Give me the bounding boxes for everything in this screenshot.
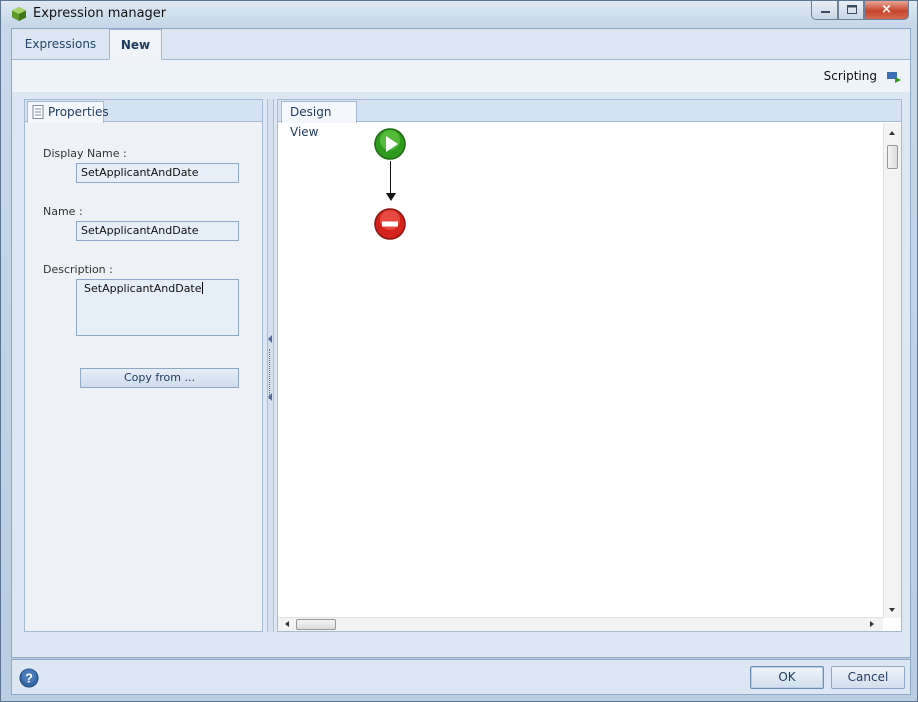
close-button[interactable]: × <box>864 1 909 20</box>
vertical-scroll-thumb[interactable] <box>887 145 898 169</box>
horizontal-scrollbar[interactable] <box>278 617 883 631</box>
minimize-icon <box>821 11 830 13</box>
name-field[interactable]: SetApplicantAndDate <box>76 221 239 241</box>
scripting-toggle-icon[interactable] <box>887 71 901 83</box>
scroll-up-icon[interactable] <box>889 131 895 135</box>
tab-strip: Expressions New <box>12 29 910 60</box>
description-text: SetApplicantAndDate <box>84 282 202 295</box>
splitter-grip[interactable] <box>269 349 272 399</box>
panel-splitter[interactable] <box>267 99 274 632</box>
properties-tab[interactable]: Properties <box>27 101 109 123</box>
cancel-button[interactable]: Cancel <box>831 666 905 689</box>
description-field[interactable]: SetApplicantAndDate <box>76 279 239 336</box>
expression-manager-window: Expression manager × Expressions New Scr… <box>0 0 918 702</box>
flow-arrowhead <box>386 193 396 201</box>
main-content: Expressions New Scripting Properties Dis… <box>11 28 911 658</box>
play-start-icon[interactable] <box>374 128 406 160</box>
display-name-label: Display Name : <box>43 147 127 160</box>
scroll-down-icon[interactable] <box>889 608 895 612</box>
minimize-button[interactable] <box>811 1 838 20</box>
close-icon: × <box>881 2 892 17</box>
design-tab-strip: Design View <box>278 100 901 139</box>
scroll-left-icon[interactable] <box>285 621 289 627</box>
scripting-label[interactable]: Scripting <box>824 69 877 83</box>
maximize-button[interactable] <box>838 1 864 20</box>
tab-new[interactable]: New <box>109 29 162 60</box>
vertical-scrollbar[interactable] <box>883 123 901 618</box>
maximize-icon <box>847 5 857 14</box>
dialog-footer: ? OK Cancel <box>11 659 911 695</box>
ok-button[interactable]: OK <box>750 666 824 689</box>
copy-from-button[interactable]: Copy from ... <box>80 368 239 388</box>
collapse-arrow-icon-lower[interactable] <box>268 393 272 401</box>
scroll-right-icon[interactable] <box>870 621 874 627</box>
name-label: Name : <box>43 205 83 218</box>
help-icon[interactable]: ? <box>19 668 39 688</box>
properties-tab-label: Properties <box>48 105 109 119</box>
text-caret <box>201 282 203 294</box>
tab-expressions[interactable]: Expressions <box>12 29 109 60</box>
display-name-field[interactable]: SetApplicantAndDate <box>76 163 239 183</box>
description-label: Description : <box>43 263 113 276</box>
horizontal-scroll-thumb[interactable] <box>296 619 336 630</box>
design-view-panel: Design View <box>277 99 902 632</box>
stop-end-icon[interactable] <box>374 208 406 240</box>
app-cube-icon <box>12 7 26 21</box>
properties-document-icon <box>32 105 44 119</box>
help-glyph: ? <box>25 671 33 686</box>
window-title: Expression manager <box>33 6 167 21</box>
design-view-tab[interactable]: Design View <box>281 101 357 139</box>
properties-tab-strip: Properties <box>25 100 262 123</box>
title-bar[interactable]: Expression manager × <box>1 1 917 27</box>
ribbon-bar: Scripting <box>12 60 910 92</box>
collapse-arrow-icon[interactable] <box>268 335 272 343</box>
flow-connector <box>390 161 391 197</box>
properties-panel: Properties Display Name : SetApplicantAn… <box>24 99 263 632</box>
